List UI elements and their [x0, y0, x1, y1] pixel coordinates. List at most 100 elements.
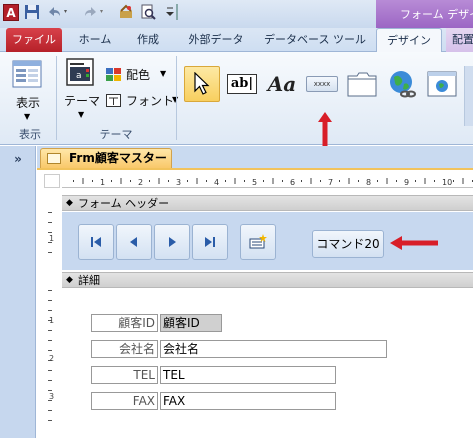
- theme-group-label: テーマ: [99, 128, 133, 141]
- ruler-tick: [48, 212, 52, 213]
- ruler-tick: [48, 410, 52, 411]
- web-browser-control[interactable]: [424, 66, 460, 102]
- redo-icon[interactable]: [82, 4, 106, 20]
- last-record-icon: [205, 237, 215, 247]
- tab-design[interactable]: デザイン: [376, 28, 442, 52]
- ruler-tick: [48, 350, 52, 351]
- ruler-tick: [48, 310, 52, 311]
- form-header-section-bar[interactable]: ◆ フォーム ヘッダー: [62, 195, 473, 211]
- ruler-tick: [48, 290, 52, 291]
- tab-control-icon: [347, 72, 377, 97]
- colors-icon: [106, 68, 122, 85]
- svg-text:a: a: [76, 71, 82, 81]
- tab-create[interactable]: 作成: [128, 28, 168, 52]
- company-name-label[interactable]: 会社名: [91, 340, 158, 358]
- ruler-number: 3: [176, 178, 181, 187]
- tel-field[interactable]: TEL: [160, 366, 336, 384]
- label-control[interactable]: Aa: [264, 66, 300, 102]
- ribbon: 表示 ▼ 表示 a テーマ ▼ 配色 ▼ フォント ▼ テーマ ab| Aa x…: [0, 52, 473, 146]
- ribbon-tab-row: ファイル ホーム 作成 外部データ データベース ツール デザイン 配置: [0, 28, 473, 52]
- document-tab[interactable]: Frm顧客マスター: [40, 148, 172, 168]
- hyperlink-globe-icon: [390, 71, 416, 98]
- first-record-icon: [91, 237, 101, 247]
- button-control[interactable]: xxxx: [304, 66, 340, 102]
- ruler-number: 2: [138, 178, 143, 187]
- tel-label[interactable]: TEL: [91, 366, 158, 384]
- undo-icon[interactable]: [46, 4, 70, 20]
- ruler-corner: [44, 174, 60, 188]
- view-dropdown-icon: ▼: [24, 112, 31, 121]
- web-browser-icon: [427, 71, 457, 97]
- vertical-ruler: 1 1 2 3: [40, 190, 60, 438]
- ruler-number: 9: [404, 178, 409, 187]
- document-tab-label: Frm顧客マスター: [69, 151, 167, 165]
- company-name-field[interactable]: 会社名: [160, 340, 387, 358]
- tools-icon[interactable]: [118, 4, 134, 20]
- view-button[interactable]: 表示 ▼: [8, 60, 48, 121]
- annotation-arrow-left: [390, 236, 438, 250]
- ruler-number: 7: [328, 178, 333, 187]
- ruler-tick: [48, 420, 52, 421]
- ruler-number: 1: [49, 316, 55, 325]
- ruler-number: 8: [366, 178, 371, 187]
- expand-nav-pane-icon[interactable]: »: [6, 150, 30, 168]
- ruler-number: 2: [49, 354, 55, 363]
- ruler-number: 6: [290, 178, 295, 187]
- ruler-tick: [48, 252, 52, 253]
- view-icon: [12, 60, 42, 91]
- last-record-button[interactable]: [192, 224, 228, 260]
- ruler-tick: [48, 380, 52, 381]
- next-record-button[interactable]: [154, 224, 190, 260]
- themes-button[interactable]: a テーマ ▼: [62, 58, 102, 120]
- detail-label: 詳細: [78, 274, 100, 287]
- command20-button[interactable]: コマンド20: [312, 230, 384, 258]
- first-record-button[interactable]: [78, 224, 114, 260]
- new-record-button[interactable]: [240, 224, 276, 260]
- form-icon: [47, 153, 61, 164]
- tab-control[interactable]: [344, 66, 380, 102]
- qat-separator: [176, 4, 178, 20]
- detail-section: [62, 290, 473, 438]
- context-title: フォーム デザイ: [376, 0, 473, 28]
- customer-id-field[interactable]: 顧客ID: [160, 314, 222, 332]
- ruler-number: 10: [442, 178, 452, 187]
- previous-record-button[interactable]: [116, 224, 152, 260]
- pointer-arrow-icon: [194, 72, 210, 95]
- view-group-label: 表示: [19, 128, 41, 141]
- themes-icon: a: [66, 58, 94, 89]
- section-arrow-icon: ◆: [66, 275, 73, 285]
- textbox-control[interactable]: ab|: [224, 66, 260, 102]
- access-app-icon[interactable]: A: [3, 4, 19, 21]
- tab-home[interactable]: ホーム: [72, 28, 118, 52]
- colors-dropdown-icon: ▼: [160, 69, 167, 78]
- ruler-number: 4: [214, 178, 219, 187]
- print-preview-icon[interactable]: [140, 4, 156, 20]
- ruler-tick: [48, 232, 52, 233]
- annotation-arrow-up: [318, 112, 332, 146]
- new-record-icon: [249, 234, 267, 249]
- tab-file[interactable]: ファイル: [6, 28, 62, 52]
- tab-external-data[interactable]: 外部データ: [178, 28, 254, 52]
- ruler-tick: [48, 370, 52, 371]
- detail-section-bar[interactable]: ◆ 詳細: [62, 272, 473, 288]
- horizontal-ruler: 1 2 3 4 5 6 7 8 9 10: [62, 174, 473, 188]
- colors-label: 配色: [126, 68, 151, 82]
- themes-dropdown-icon: ▼: [78, 110, 85, 119]
- label-control-icon: Aa: [267, 72, 297, 96]
- save-icon[interactable]: [24, 4, 40, 20]
- tab-arrange[interactable]: 配置: [446, 28, 473, 52]
- ruler-number: 1: [100, 178, 105, 187]
- hyperlink-control[interactable]: [384, 66, 420, 102]
- group-separator: [56, 56, 57, 140]
- group-separator: [176, 56, 177, 140]
- ruler-tick: [48, 330, 52, 331]
- select-pointer-control[interactable]: [184, 66, 220, 102]
- button-control-icon: xxxx: [306, 76, 338, 92]
- fax-label[interactable]: FAX: [91, 392, 158, 410]
- customer-id-label[interactable]: 顧客ID: [91, 314, 158, 332]
- ruler-tick: [48, 340, 52, 341]
- controls-gallery-scroll[interactable]: [464, 66, 473, 126]
- ruler-number: 3: [49, 392, 55, 401]
- fax-field[interactable]: FAX: [160, 392, 336, 410]
- tab-database-tools[interactable]: データベース ツール: [262, 28, 368, 52]
